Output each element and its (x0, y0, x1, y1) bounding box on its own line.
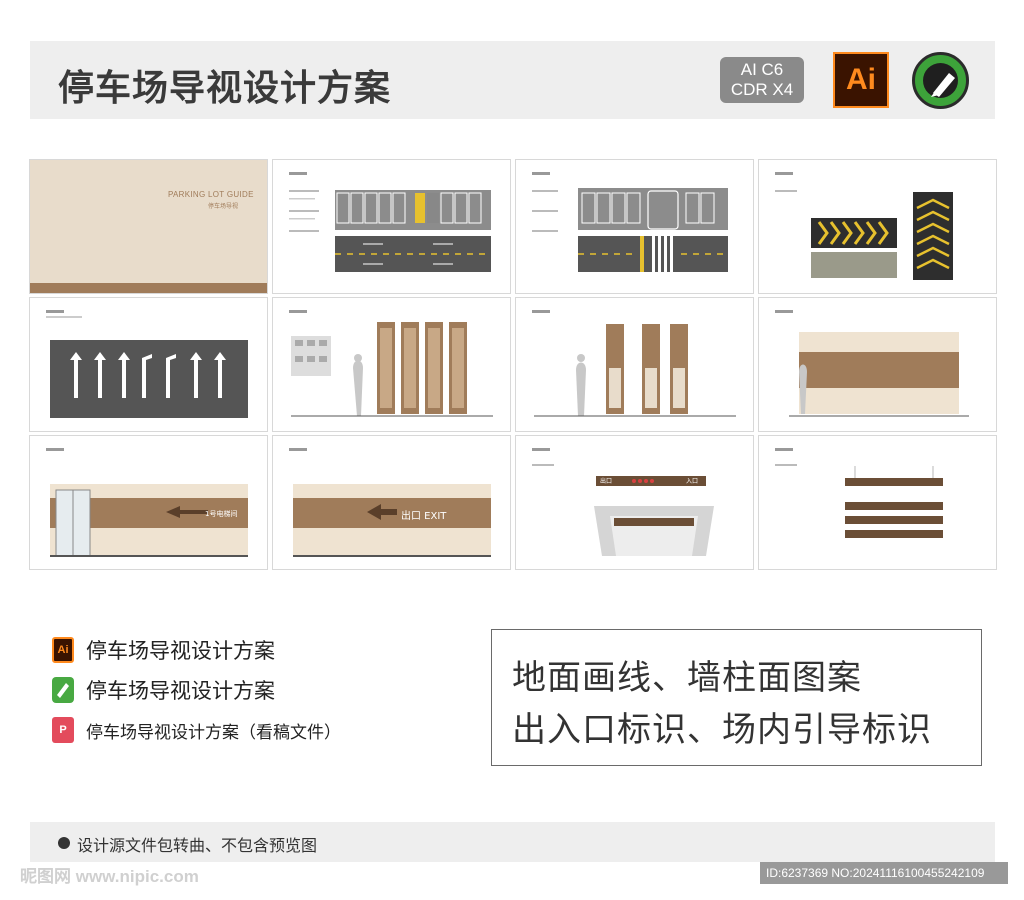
preview-cover: PARKING LOT GUIDE 停车场导视 (29, 159, 268, 294)
file-item-cdr[interactable]: 停车场导视设计方案 (52, 670, 341, 710)
preview-elevator-wall: 1号电梯间 (29, 435, 268, 570)
footer-note-bar: 设计源文件包转曲、不包含预览图 (30, 822, 995, 862)
preview-pillar-signs-1 (272, 297, 511, 432)
preview-floor-arrows (29, 297, 268, 432)
preview-crosswalk-layout (515, 159, 754, 294)
bullet-icon (58, 837, 70, 849)
ai-file-icon: Ai (52, 637, 74, 663)
cdr-file-icon (52, 677, 74, 703)
exit-sign-text: 出口 EXIT (401, 511, 447, 522)
footer-note: 设计源文件包转曲、不包含预览图 (77, 836, 318, 855)
preview-wall-band (758, 297, 997, 432)
file-label-ai: 停车场导视设计方案 (86, 639, 275, 663)
description-line-1: 地面画线、墙柱面图案 (512, 658, 862, 698)
preview-pillar-signs-2 (515, 297, 754, 432)
adobe-illustrator-icon: Ai (833, 52, 889, 108)
gate-enter-text: 入口 (686, 478, 699, 485)
file-label-cdr: 停车场导视设计方案 (86, 679, 275, 703)
file-list: Ai 停车场导视设计方案 停车场导视设计方案 P 停车场导视设计方案（看稿文件） (52, 630, 341, 750)
preview-exit-wall: 出口 EXIT (272, 435, 511, 570)
version-badge: AI C6 CDR X4 (720, 57, 804, 103)
coreldraw-icon (912, 52, 969, 109)
pdf-file-icon: P (52, 717, 74, 743)
gate-exit-text: 出口 (600, 478, 613, 485)
description-line-2: 出入口标识、场内引导标识 (512, 710, 932, 750)
file-item-pdf[interactable]: P 停车场导视设计方案（看稿文件） (52, 710, 341, 750)
preview-hazard-stripes (758, 159, 997, 294)
page-title: 停车场导视设计方案 (58, 68, 392, 109)
preview-hanging-signs (758, 435, 997, 570)
version-line-1: AI C6 (740, 60, 784, 79)
preview-grid: PARKING LOT GUIDE 停车场导视 1号电梯间 出口 EXIT 出口… (29, 159, 997, 571)
image-id-bar: ID:6237369 NO:20241116100455242109 (760, 862, 1008, 884)
version-line-2: CDR X4 (730, 80, 794, 99)
preview-entrance-gate: 出口 入口 (515, 435, 754, 570)
cover-cn-title: 停车场导视 (208, 203, 239, 210)
cover-en-title: PARKING LOT GUIDE (168, 190, 254, 199)
site-watermark: 昵图网 www.nipic.com (20, 867, 199, 886)
file-item-ai[interactable]: Ai 停车场导视设计方案 (52, 630, 341, 670)
description-box: 地面画线、墙柱面图案 出入口标识、场内引导标识 (491, 629, 982, 766)
header-bar: 停车场导视设计方案 AI C6 CDR X4 Ai (30, 41, 995, 119)
elevator-sign-text: 1号电梯间 (205, 510, 238, 518)
file-label-pdf: 停车场导视设计方案（看稿文件） (86, 722, 341, 743)
preview-floor-parking-layout (272, 159, 511, 294)
